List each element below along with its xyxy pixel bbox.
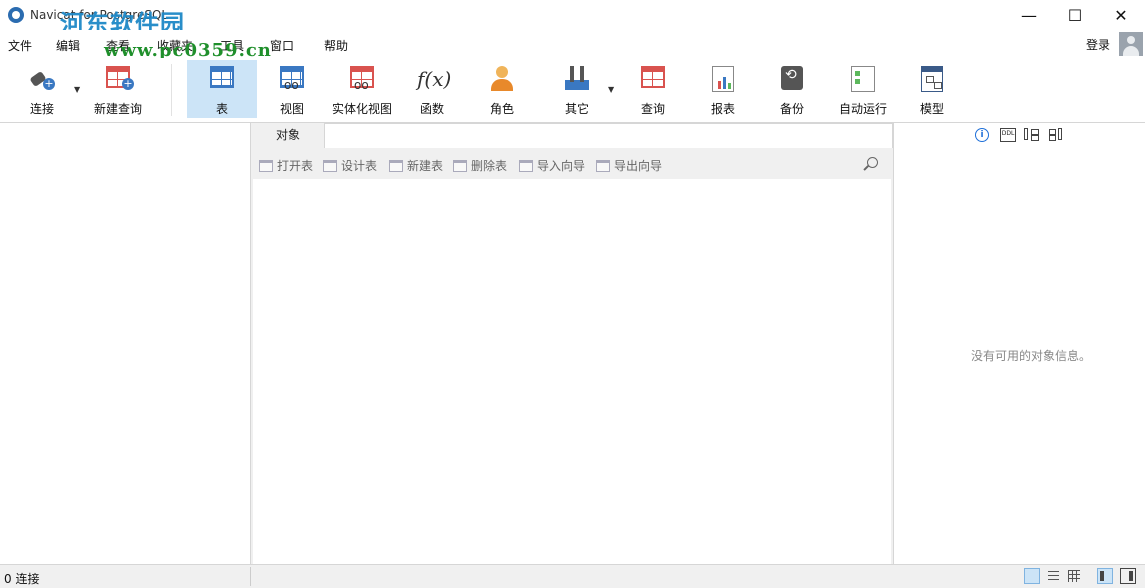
status-bar: 0 连接 [0, 564, 1145, 588]
object-list-area[interactable] [253, 179, 891, 564]
automation-icon [851, 66, 875, 92]
new-table-icon [389, 160, 403, 172]
title-bar: Navicat for PostgreSQL 河东软件园 — ☐ ✕ [0, 0, 1145, 38]
new-query-button[interactable]: + 新建查询 [88, 60, 148, 118]
import-wizard-button[interactable]: 导入向导 [519, 157, 585, 174]
query-icon [641, 66, 665, 88]
object-panel: 对象 打开表 设计表 新建表 删除表 导入向导 导出向导 [253, 123, 893, 564]
report-label: 报表 [710, 102, 735, 116]
toolbar-model-button[interactable]: 模型 [897, 60, 967, 118]
menu-edit[interactable]: 编辑 [56, 37, 80, 54]
close-button[interactable]: ✕ [1098, 0, 1144, 30]
login-link[interactable]: 登录 [1086, 36, 1110, 53]
view-label: 视图 [279, 102, 304, 116]
design-table-button[interactable]: 设计表 [323, 157, 377, 174]
info-panel: i DDL 没有可用的对象信息。 [893, 123, 1145, 564]
menu-help[interactable]: 帮助 [324, 37, 348, 54]
new-query-label: 新建查询 [93, 102, 142, 116]
role-label: 角色 [489, 102, 514, 116]
view-icon: oo [280, 66, 304, 92]
table-icon [210, 66, 234, 88]
tab-strip [324, 123, 893, 148]
materialized-view-label: 实体化视图 [331, 102, 392, 116]
other-label: 其它 [564, 102, 589, 116]
toolbar-other-button[interactable]: 其它 [542, 60, 612, 118]
import-wizard-icon [519, 160, 533, 172]
other-dropdown-icon[interactable]: ▼ [608, 85, 614, 94]
connect-button[interactable]: 连接 [14, 60, 70, 118]
toolbar-view-button[interactable]: oo 视图 [257, 60, 327, 118]
toolbar-materialized-view-button[interactable]: oo 实体化视图 [327, 60, 397, 118]
export-wizard-button[interactable]: 导出向导 [596, 157, 662, 174]
menu-window[interactable]: 窗口 [270, 37, 294, 54]
maximize-button[interactable]: ☐ [1052, 0, 1098, 30]
delete-table-button[interactable]: 删除表 [453, 157, 507, 174]
minimize-button[interactable]: — [1006, 0, 1052, 30]
query-label: 查询 [640, 102, 665, 116]
tools-icon [562, 66, 592, 92]
toolbar-automation-button[interactable]: 自动运行 [827, 60, 899, 118]
export-wizard-icon [596, 160, 610, 172]
toolbar-backup-button[interactable]: 备份 [757, 60, 827, 118]
open-table-icon [259, 160, 273, 172]
toolbar-table-button[interactable]: 表 [187, 60, 257, 118]
main-toolbar: 连接 ▼ + 新建查询 表 oo 视图 oo 实体化视图 f(x) 函数 角色 … [0, 58, 1145, 123]
model-label: 模型 [919, 102, 944, 116]
table-label: 表 [215, 102, 228, 116]
toggle-left-panel-icon[interactable] [1097, 568, 1113, 584]
search-icon[interactable] [867, 157, 878, 168]
open-table-button[interactable]: 打开表 [259, 157, 313, 174]
model-icon [921, 66, 943, 92]
connection-tree-panel[interactable] [0, 123, 251, 564]
app-logo-icon [8, 7, 24, 23]
tab-objects[interactable]: 对象 [253, 123, 323, 149]
toolbar-function-button[interactable]: f(x) 函数 [397, 60, 467, 118]
ddl-icon[interactable]: DDL [1000, 128, 1016, 142]
function-icon: f(x) [417, 67, 452, 91]
connection-count: 0 连接 [4, 572, 40, 586]
toolbar-report-button[interactable]: 报表 [688, 60, 758, 118]
toolbar-query-button[interactable]: 查询 [618, 60, 688, 118]
object-toolbar: 打开表 设计表 新建表 删除表 导入向导 导出向导 [253, 152, 891, 178]
backup-icon [781, 66, 803, 90]
materialized-view-icon: oo [350, 66, 374, 92]
backup-label: 备份 [779, 102, 804, 116]
design-table-icon [323, 160, 337, 172]
new-query-icon: + [106, 66, 134, 90]
toggle-right-panel-icon[interactable] [1120, 568, 1136, 584]
avatar-icon[interactable] [1119, 32, 1143, 56]
detail-view-icon[interactable] [1066, 568, 1082, 584]
delete-table-icon [453, 160, 467, 172]
toolbar-role-button[interactable]: 角色 [467, 60, 537, 118]
connect-dropdown-icon[interactable]: ▼ [74, 85, 80, 94]
function-label: 函数 [419, 102, 444, 116]
automation-label: 自动运行 [838, 102, 887, 116]
new-table-button[interactable]: 新建表 [389, 157, 443, 174]
plug-icon [27, 66, 57, 92]
toolbar-divider [171, 64, 172, 116]
connect-label: 连接 [29, 102, 54, 116]
report-icon [712, 66, 734, 92]
grid-view-icon[interactable] [1024, 568, 1040, 584]
dependency-icon[interactable] [1049, 128, 1063, 140]
empty-info-message: 没有可用的对象信息。 [970, 349, 1091, 363]
object-tab-row: 对象 [253, 123, 893, 149]
status-divider [250, 567, 251, 586]
role-icon [487, 66, 517, 92]
info-icon[interactable]: i [975, 128, 989, 142]
menu-file[interactable]: 文件 [8, 37, 32, 54]
hierarchy-icon[interactable] [1024, 128, 1039, 140]
list-view-icon[interactable] [1045, 568, 1061, 584]
